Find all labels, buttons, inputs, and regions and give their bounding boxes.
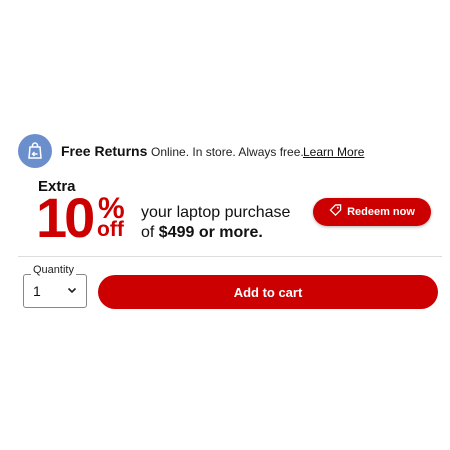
promo-threshold: $499 or more. <box>158 224 263 241</box>
quantity-label: Quantity <box>31 264 76 276</box>
tag-icon <box>329 204 342 220</box>
return-bag-icon <box>18 134 52 168</box>
free-returns-description: Online. In store. Always free. <box>151 145 304 159</box>
promo-off-label: off <box>97 218 124 241</box>
section-divider <box>18 256 442 257</box>
quantity-select[interactable]: 1 <box>23 274 87 308</box>
chevron-down-icon <box>67 282 77 300</box>
promo-line2-prefix: of <box>141 224 155 241</box>
learn-more-link[interactable]: Learn More <box>303 145 364 159</box>
quantity-value: 1 <box>33 283 41 299</box>
promo-description-line2: of $499 or more. <box>141 224 263 242</box>
add-to-cart-button[interactable]: Add to cart <box>98 275 438 309</box>
redeem-now-label: Redeem now <box>347 206 415 218</box>
free-returns-title: Free Returns <box>61 143 148 159</box>
redeem-now-button[interactable]: Redeem now <box>313 198 431 226</box>
promo-description-line1: your laptop purchase <box>141 204 291 221</box>
promo-discount-number: 10 <box>36 186 95 249</box>
